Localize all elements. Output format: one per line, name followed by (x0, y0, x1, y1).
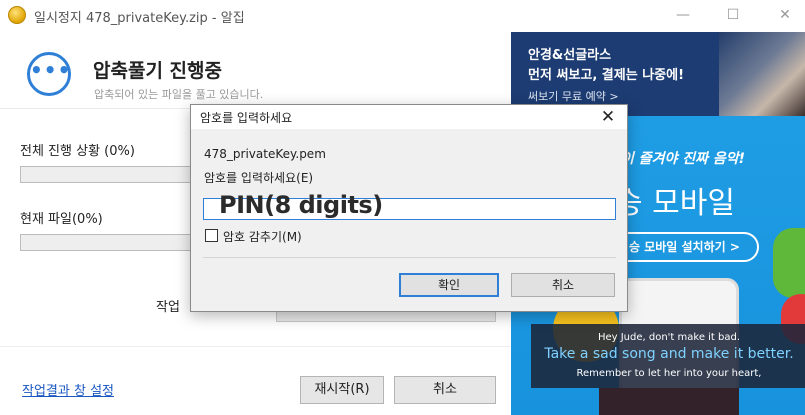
total-progress-label: 전체 진행 상황 (0%) (20, 144, 135, 159)
ad-tagline: 먼저 써보고, 결제는 나중에! (528, 68, 685, 83)
dialog-title: 암호를 입력하세요 (200, 111, 293, 125)
dialog-cancel-button[interactable]: 취소 (511, 273, 615, 297)
ad-script-text: 이 즐겨야 진짜 음악! (621, 151, 746, 167)
password-prompt-label: 암호를 입력하세요(E) (204, 171, 314, 185)
close-button[interactable]: ✕ (770, 4, 800, 26)
dialog-divider (203, 257, 616, 258)
work-label: 작업 (156, 300, 180, 315)
ad-phone-screen (599, 388, 739, 415)
minimize-button[interactable]: — (668, 4, 698, 26)
ok-button[interactable]: 확인 (399, 273, 499, 297)
restart-button[interactable]: 재시작(R) (300, 376, 384, 404)
cancel-button[interactable]: 취소 (394, 376, 496, 404)
window-title: 일시정지 478_privateKey.zip - 알집 (34, 11, 245, 26)
dialog-close-icon[interactable]: ✕ (593, 106, 623, 128)
pin-hint-overlay: PIN(8 digits) (219, 191, 383, 219)
ad-headline: 안경&선글라스 (528, 48, 612, 63)
ad-lyric-line-1: Hey Jude, don't make it bad. (597, 332, 741, 343)
dialog-filename: 478_privateKey.pem (204, 147, 326, 161)
alzip-app-icon (8, 6, 26, 24)
dialog-titlebar: 암호를 입력하세요 ✕ (191, 105, 627, 129)
current-file-label: 현재 파일(0%) (20, 212, 103, 227)
footer-divider (0, 346, 510, 347)
ad-model-photo (719, 32, 805, 116)
ad-lyric-line-3: Remember to let her into your heart, (576, 368, 762, 379)
window-titlebar: 일시정지 478_privateKey.zip - 알집 — ☐ ✕ (0, 0, 805, 32)
hide-password-label[interactable]: 암호 감추기(M) (223, 228, 302, 245)
hide-password-checkbox[interactable] (205, 229, 218, 242)
page-title: 압축풀기 진행중 (93, 60, 222, 82)
ad-reserve-link[interactable]: 써보기 무료 예약 > (528, 88, 619, 104)
ad-big-text: 승 모바일 (615, 186, 735, 221)
ad-install-button[interactable]: 승 모바일 설치하기 > (609, 232, 759, 262)
ad-decor-green (773, 228, 805, 298)
result-window-settings-link[interactable]: 작업결과 창 설정 (22, 380, 114, 399)
page-subtitle: 압축되어 있는 파일을 풀고 있습니다. (94, 88, 264, 101)
ad-lyric-line-2: Take a sad song and make it better. (544, 346, 794, 362)
progress-dots-icon: ••• (27, 52, 71, 96)
password-dialog: 암호를 입력하세요 ✕ 478_privateKey.pem 암호를 입력하세요… (190, 104, 628, 312)
maximize-button[interactable]: ☐ (718, 4, 748, 26)
